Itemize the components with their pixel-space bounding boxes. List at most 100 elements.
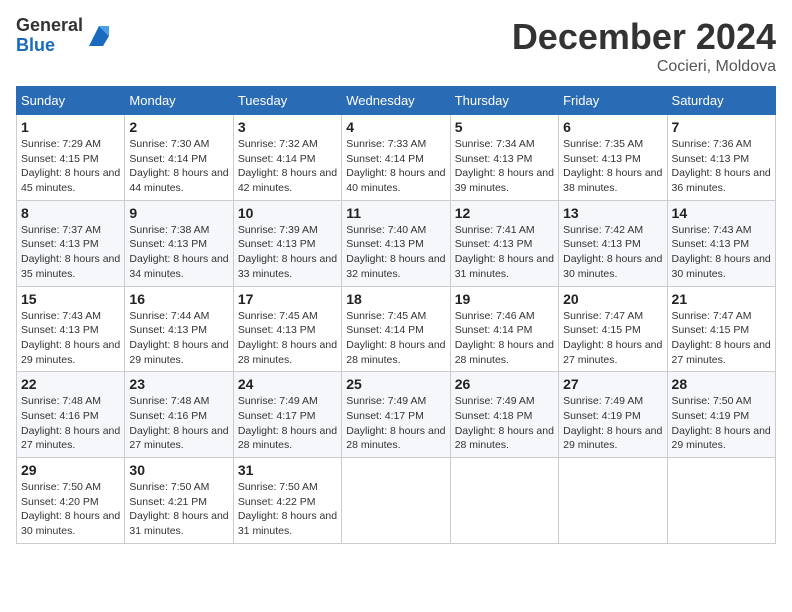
col-thursday: Thursday bbox=[450, 87, 558, 115]
day-info: Sunrise: 7:48 AM Sunset: 4:16 PM Dayligh… bbox=[21, 394, 120, 453]
calendar-cell: 28 Sunrise: 7:50 AM Sunset: 4:19 PM Dayl… bbox=[667, 372, 775, 458]
day-number: 14 bbox=[672, 205, 771, 221]
calendar-cell: 18 Sunrise: 7:45 AM Sunset: 4:14 PM Dayl… bbox=[342, 286, 450, 372]
day-info: Sunrise: 7:50 AM Sunset: 4:20 PM Dayligh… bbox=[21, 480, 120, 539]
calendar-cell: 19 Sunrise: 7:46 AM Sunset: 4:14 PM Dayl… bbox=[450, 286, 558, 372]
logo: General Blue bbox=[16, 16, 113, 56]
calendar-cell: 27 Sunrise: 7:49 AM Sunset: 4:19 PM Dayl… bbox=[559, 372, 667, 458]
logo-blue-text: Blue bbox=[16, 35, 55, 55]
day-info: Sunrise: 7:40 AM Sunset: 4:13 PM Dayligh… bbox=[346, 223, 445, 282]
calendar-cell: 15 Sunrise: 7:43 AM Sunset: 4:13 PM Dayl… bbox=[17, 286, 125, 372]
calendar-header-row: Sunday Monday Tuesday Wednesday Thursday… bbox=[17, 87, 776, 115]
day-info: Sunrise: 7:35 AM Sunset: 4:13 PM Dayligh… bbox=[563, 137, 662, 196]
day-number: 24 bbox=[238, 376, 337, 392]
calendar-week-row: 22 Sunrise: 7:48 AM Sunset: 4:16 PM Dayl… bbox=[17, 372, 776, 458]
day-number: 28 bbox=[672, 376, 771, 392]
day-info: Sunrise: 7:33 AM Sunset: 4:14 PM Dayligh… bbox=[346, 137, 445, 196]
calendar-cell: 26 Sunrise: 7:49 AM Sunset: 4:18 PM Dayl… bbox=[450, 372, 558, 458]
day-number: 21 bbox=[672, 291, 771, 307]
calendar-cell: 14 Sunrise: 7:43 AM Sunset: 4:13 PM Dayl… bbox=[667, 200, 775, 286]
day-number: 31 bbox=[238, 462, 337, 478]
day-info: Sunrise: 7:44 AM Sunset: 4:13 PM Dayligh… bbox=[129, 309, 228, 368]
calendar-cell: 10 Sunrise: 7:39 AM Sunset: 4:13 PM Dayl… bbox=[233, 200, 341, 286]
day-number: 10 bbox=[238, 205, 337, 221]
day-number: 22 bbox=[21, 376, 120, 392]
calendar-cell: 16 Sunrise: 7:44 AM Sunset: 4:13 PM Dayl… bbox=[125, 286, 233, 372]
calendar-cell: 1 Sunrise: 7:29 AM Sunset: 4:15 PM Dayli… bbox=[17, 115, 125, 201]
day-info: Sunrise: 7:50 AM Sunset: 4:19 PM Dayligh… bbox=[672, 394, 771, 453]
calendar-week-row: 29 Sunrise: 7:50 AM Sunset: 4:20 PM Dayl… bbox=[17, 458, 776, 544]
day-info: Sunrise: 7:30 AM Sunset: 4:14 PM Dayligh… bbox=[129, 137, 228, 196]
day-number: 16 bbox=[129, 291, 228, 307]
day-number: 6 bbox=[563, 119, 662, 135]
day-number: 3 bbox=[238, 119, 337, 135]
day-number: 30 bbox=[129, 462, 228, 478]
day-number: 17 bbox=[238, 291, 337, 307]
day-number: 8 bbox=[21, 205, 120, 221]
page-header: General Blue December 2024 Cocieri, Mold… bbox=[16, 16, 776, 76]
day-info: Sunrise: 7:39 AM Sunset: 4:13 PM Dayligh… bbox=[238, 223, 337, 282]
calendar-cell: 11 Sunrise: 7:40 AM Sunset: 4:13 PM Dayl… bbox=[342, 200, 450, 286]
day-info: Sunrise: 7:37 AM Sunset: 4:13 PM Dayligh… bbox=[21, 223, 120, 282]
day-info: Sunrise: 7:43 AM Sunset: 4:13 PM Dayligh… bbox=[672, 223, 771, 282]
calendar-cell: 30 Sunrise: 7:50 AM Sunset: 4:21 PM Dayl… bbox=[125, 458, 233, 544]
day-number: 26 bbox=[455, 376, 554, 392]
day-number: 15 bbox=[21, 291, 120, 307]
month-title: December 2024 bbox=[512, 16, 776, 58]
logo-icon bbox=[85, 22, 113, 50]
title-block: December 2024 Cocieri, Moldova bbox=[512, 16, 776, 76]
day-number: 23 bbox=[129, 376, 228, 392]
calendar-cell: 8 Sunrise: 7:37 AM Sunset: 4:13 PM Dayli… bbox=[17, 200, 125, 286]
day-info: Sunrise: 7:32 AM Sunset: 4:14 PM Dayligh… bbox=[238, 137, 337, 196]
calendar-cell: 5 Sunrise: 7:34 AM Sunset: 4:13 PM Dayli… bbox=[450, 115, 558, 201]
col-tuesday: Tuesday bbox=[233, 87, 341, 115]
day-info: Sunrise: 7:34 AM Sunset: 4:13 PM Dayligh… bbox=[455, 137, 554, 196]
day-number: 20 bbox=[563, 291, 662, 307]
day-info: Sunrise: 7:43 AM Sunset: 4:13 PM Dayligh… bbox=[21, 309, 120, 368]
calendar-cell bbox=[667, 458, 775, 544]
day-info: Sunrise: 7:45 AM Sunset: 4:13 PM Dayligh… bbox=[238, 309, 337, 368]
day-number: 19 bbox=[455, 291, 554, 307]
calendar-cell: 25 Sunrise: 7:49 AM Sunset: 4:17 PM Dayl… bbox=[342, 372, 450, 458]
col-friday: Friday bbox=[559, 87, 667, 115]
day-number: 9 bbox=[129, 205, 228, 221]
calendar-cell: 12 Sunrise: 7:41 AM Sunset: 4:13 PM Dayl… bbox=[450, 200, 558, 286]
calendar-week-row: 15 Sunrise: 7:43 AM Sunset: 4:13 PM Dayl… bbox=[17, 286, 776, 372]
col-monday: Monday bbox=[125, 87, 233, 115]
calendar-cell bbox=[559, 458, 667, 544]
calendar-cell bbox=[450, 458, 558, 544]
calendar-cell: 21 Sunrise: 7:47 AM Sunset: 4:15 PM Dayl… bbox=[667, 286, 775, 372]
day-info: Sunrise: 7:42 AM Sunset: 4:13 PM Dayligh… bbox=[563, 223, 662, 282]
day-info: Sunrise: 7:49 AM Sunset: 4:17 PM Dayligh… bbox=[238, 394, 337, 453]
calendar-cell: 13 Sunrise: 7:42 AM Sunset: 4:13 PM Dayl… bbox=[559, 200, 667, 286]
calendar-cell: 2 Sunrise: 7:30 AM Sunset: 4:14 PM Dayli… bbox=[125, 115, 233, 201]
day-number: 7 bbox=[672, 119, 771, 135]
calendar-cell: 7 Sunrise: 7:36 AM Sunset: 4:13 PM Dayli… bbox=[667, 115, 775, 201]
calendar-cell bbox=[342, 458, 450, 544]
day-info: Sunrise: 7:38 AM Sunset: 4:13 PM Dayligh… bbox=[129, 223, 228, 282]
day-number: 25 bbox=[346, 376, 445, 392]
day-info: Sunrise: 7:49 AM Sunset: 4:18 PM Dayligh… bbox=[455, 394, 554, 453]
calendar-cell: 29 Sunrise: 7:50 AM Sunset: 4:20 PM Dayl… bbox=[17, 458, 125, 544]
calendar-table: Sunday Monday Tuesday Wednesday Thursday… bbox=[16, 86, 776, 544]
day-info: Sunrise: 7:49 AM Sunset: 4:19 PM Dayligh… bbox=[563, 394, 662, 453]
day-number: 11 bbox=[346, 205, 445, 221]
logo-general-text: General bbox=[16, 15, 83, 35]
calendar-cell: 4 Sunrise: 7:33 AM Sunset: 4:14 PM Dayli… bbox=[342, 115, 450, 201]
day-info: Sunrise: 7:50 AM Sunset: 4:21 PM Dayligh… bbox=[129, 480, 228, 539]
calendar-cell: 3 Sunrise: 7:32 AM Sunset: 4:14 PM Dayli… bbox=[233, 115, 341, 201]
day-info: Sunrise: 7:48 AM Sunset: 4:16 PM Dayligh… bbox=[129, 394, 228, 453]
day-number: 29 bbox=[21, 462, 120, 478]
col-sunday: Sunday bbox=[17, 87, 125, 115]
calendar-cell: 6 Sunrise: 7:35 AM Sunset: 4:13 PM Dayli… bbox=[559, 115, 667, 201]
day-number: 1 bbox=[21, 119, 120, 135]
calendar-week-row: 8 Sunrise: 7:37 AM Sunset: 4:13 PM Dayli… bbox=[17, 200, 776, 286]
col-saturday: Saturday bbox=[667, 87, 775, 115]
calendar-week-row: 1 Sunrise: 7:29 AM Sunset: 4:15 PM Dayli… bbox=[17, 115, 776, 201]
calendar-cell: 20 Sunrise: 7:47 AM Sunset: 4:15 PM Dayl… bbox=[559, 286, 667, 372]
day-info: Sunrise: 7:41 AM Sunset: 4:13 PM Dayligh… bbox=[455, 223, 554, 282]
calendar-cell: 23 Sunrise: 7:48 AM Sunset: 4:16 PM Dayl… bbox=[125, 372, 233, 458]
day-info: Sunrise: 7:29 AM Sunset: 4:15 PM Dayligh… bbox=[21, 137, 120, 196]
day-number: 18 bbox=[346, 291, 445, 307]
day-info: Sunrise: 7:50 AM Sunset: 4:22 PM Dayligh… bbox=[238, 480, 337, 539]
